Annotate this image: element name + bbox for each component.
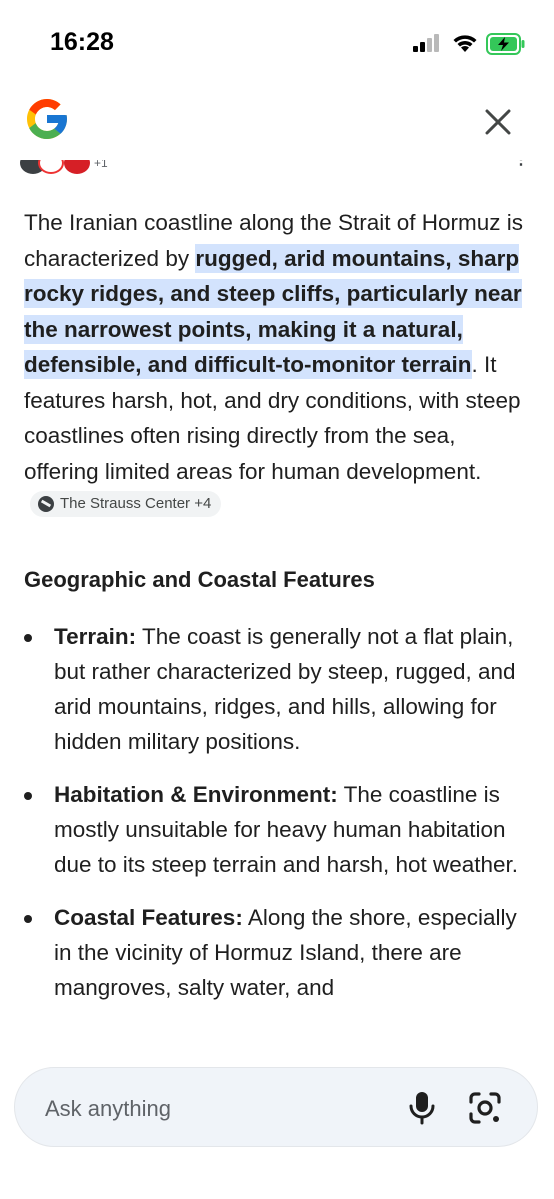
feature-list: Terrain: The coast is generally not a fl… (24, 619, 534, 1005)
list-item-label: Coastal Features: (54, 904, 243, 930)
list-item: Coastal Features: Along the shore, espec… (24, 900, 534, 1005)
list-item: Terrain: The coast is generally not a fl… (24, 619, 534, 759)
status-time: 16:28 (50, 28, 114, 56)
battery-charging-icon (486, 33, 526, 60)
more-options-icon[interactable]: ⋮ (513, 160, 529, 168)
cellular-signal-icon (413, 34, 441, 57)
ask-input[interactable] (43, 1088, 377, 1130)
bullet-icon (24, 914, 32, 923)
voice-search-button[interactable] (405, 1090, 439, 1126)
sources-strip[interactable]: +1 ⋮ (0, 160, 554, 184)
close-icon (485, 109, 511, 135)
list-item-label: Terrain: (54, 623, 137, 649)
answer-content: The Iranian coastline along the Strait o… (24, 205, 534, 1023)
lens-camera-icon (469, 1092, 501, 1124)
source-favicon (38, 160, 64, 174)
lens-search-button[interactable] (467, 1090, 503, 1126)
sources-more-count: +1 (94, 160, 108, 170)
list-item: Habitation & Environment: The coastline … (24, 777, 534, 882)
list-item-label: Habitation & Environment: (54, 781, 338, 807)
header (0, 90, 554, 160)
source-logo-icon (38, 496, 54, 512)
close-button[interactable] (482, 106, 514, 138)
wifi-icon (451, 32, 479, 59)
status-bar: 16:28 (0, 0, 554, 90)
bullet-icon (24, 633, 32, 642)
source-chip-label: The Strauss Center +4 (60, 495, 212, 512)
section-heading: Geographic and Coastal Features (24, 566, 375, 592)
microphone-icon (409, 1092, 435, 1125)
google-g-logo (23, 95, 71, 148)
answer-paragraph: The Iranian coastline along the Strait o… (24, 205, 534, 525)
ask-bar (14, 1067, 538, 1147)
source-favicon (64, 160, 90, 174)
source-chip[interactable]: The Strauss Center +4 (30, 491, 222, 517)
bullet-icon (24, 791, 32, 800)
